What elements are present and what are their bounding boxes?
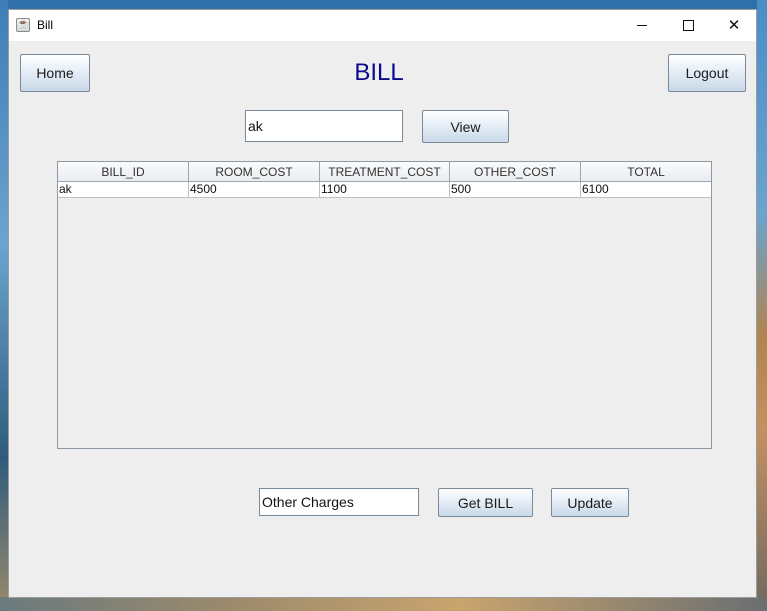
cell-bill-id[interactable]: ak: [58, 182, 189, 198]
title-bar[interactable]: ☕ Bill ✕: [9, 10, 756, 41]
column-header-room-cost[interactable]: ROOM_COST: [189, 162, 320, 182]
get-bill-button-label: Get BILL: [457, 494, 514, 511]
column-header-treatment-cost[interactable]: TREATMENT_COST: [320, 162, 450, 182]
column-header-other-cost[interactable]: OTHER_COST: [450, 162, 581, 182]
maximize-button[interactable]: [665, 10, 711, 41]
bill-id-search-input[interactable]: ak: [245, 110, 403, 142]
bill-window: ☕ Bill ✕ Home BILL Logout ak View BILL_I…: [8, 9, 757, 598]
content-pane: Home BILL Logout ak View BILL_ID ROOM_CO…: [9, 41, 756, 597]
bill-table[interactable]: BILL_ID ROOM_COST TREATMENT_COST OTHER_C…: [57, 161, 712, 449]
desktop-edge-bottom: [0, 597, 767, 611]
maximize-icon: [682, 20, 694, 31]
other-charges-input[interactable]: Other Charges: [259, 488, 419, 516]
desktop-edge-right: [757, 0, 767, 611]
view-button-label: View: [450, 118, 481, 135]
home-button[interactable]: Home: [20, 54, 90, 92]
cell-other-cost[interactable]: 500: [450, 182, 581, 198]
close-button[interactable]: ✕: [711, 10, 757, 41]
get-bill-button[interactable]: Get BILL: [438, 488, 533, 517]
cell-total[interactable]: 6100: [581, 182, 711, 198]
home-button-label: Home: [36, 65, 74, 81]
minimize-icon: [637, 25, 647, 26]
java-cup-icon: ☕: [16, 18, 30, 32]
update-button[interactable]: Update: [551, 488, 629, 517]
column-header-total[interactable]: TOTAL: [581, 162, 711, 182]
minimize-button[interactable]: [619, 10, 665, 41]
cell-treatment-cost[interactable]: 1100: [320, 182, 450, 198]
page-title: BILL: [354, 59, 404, 86]
table-header: BILL_ID ROOM_COST TREATMENT_COST OTHER_C…: [58, 162, 711, 182]
desktop-edge-left: [0, 0, 8, 611]
cell-room-cost[interactable]: 4500: [189, 182, 320, 198]
logout-button-label: Logout: [685, 65, 729, 81]
column-header-bill-id[interactable]: BILL_ID: [58, 162, 189, 182]
table-row[interactable]: ak 4500 1100 500 6100: [58, 182, 711, 198]
window-title: Bill: [37, 18, 54, 32]
logout-button[interactable]: Logout: [668, 54, 746, 92]
close-icon: ✕: [727, 17, 741, 34]
update-button-label: Update: [567, 494, 613, 511]
view-button[interactable]: View: [422, 110, 509, 143]
table-body: ak 4500 1100 500 6100: [58, 182, 711, 198]
